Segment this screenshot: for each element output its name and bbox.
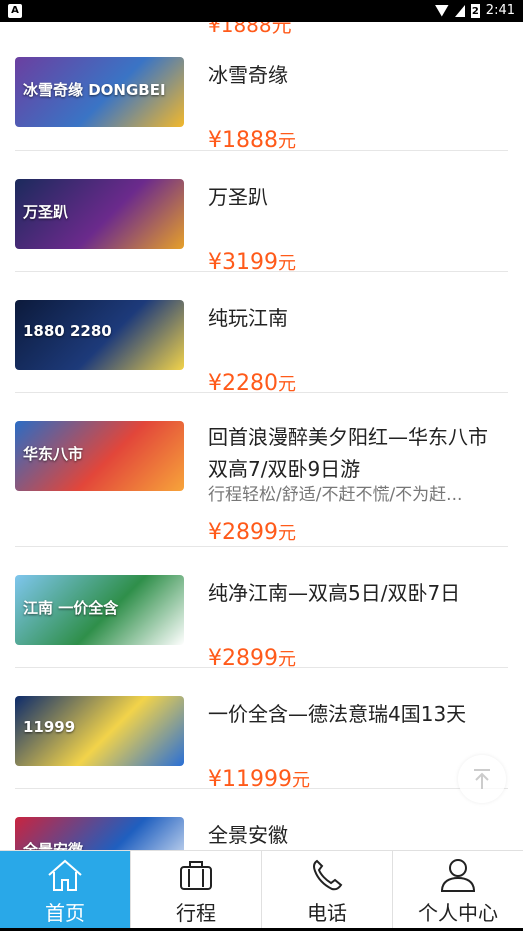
tour-price: ¥2899元 [208,519,296,545]
notification-icon: A [8,4,22,18]
bottom-tab-bar: 首页 行程 电话 个人中心 [0,850,523,931]
wifi-icon [434,4,449,17]
status-bar: A 2:41 [0,0,523,22]
tour-title[interactable]: 全景安徽 [208,819,503,850]
tour-title[interactable]: 冰雪奇缘 [208,59,503,91]
price-value: ¥2899 [208,520,278,545]
tour-subtitle: 行程轻松/舒适/不赶不慌/不为赶... [208,485,463,505]
price-unit: 元 [278,523,296,544]
tab-label: 首页 [45,901,85,925]
list-item[interactable]: 冰雪奇缘 DONGBEI 冰雪奇缘 ¥1888元 [15,29,508,153]
thumbnail-caption: 冰雪奇缘 DONGBEI [23,81,166,99]
tour-list[interactable]: ¥1888元 冰雪奇缘 DONGBEI 冰雪奇缘 ¥1888元 万圣趴 万圣趴 ¥3199… [0,22,523,850]
list-item[interactable]: 11999 一价全含—德法意瑞4国13天 ¥11999元 [15,668,508,792]
tab-itinerary[interactable]: 行程 [131,851,262,931]
tour-title[interactable]: 纯净江南—双高5日/双卧7日 [208,577,503,609]
thumbnail-caption: 1880 2280 [23,322,112,340]
tour-thumbnail[interactable]: 冰雪奇缘 DONGBEI [15,57,184,127]
tab-home[interactable]: 首页 [0,851,131,931]
status-icons: 2:41 [434,3,515,18]
status-time: 2:41 [485,3,515,18]
tour-thumbnail[interactable]: 11999 [15,696,184,766]
thumbnail-caption: 江南 一价全含 [23,599,119,617]
list-item[interactable]: 万圣趴 万圣趴 ¥3199元 [15,151,508,275]
battery-icon [470,3,480,18]
user-icon [440,859,476,892]
tour-thumbnail[interactable]: 1880 2280 [15,300,184,370]
tab-label: 行程 [176,901,216,925]
list-item[interactable]: 1880 2280 纯玩江南 ¥2280元 [15,272,508,396]
tour-thumbnail[interactable]: 全景安徽 [15,817,184,850]
price-unit: 元 [278,253,296,274]
price-unit: 元 [278,649,296,670]
price-value: ¥1888 [208,128,278,153]
home-icon [48,859,82,891]
tour-thumbnail[interactable]: 华东八市 [15,421,184,491]
tour-title[interactable]: 回首浪漫醉美夕阳红—华东八市双高7/双卧9日游 [208,421,503,485]
tab-profile[interactable]: 个人中心 [393,851,523,931]
tour-title[interactable]: 万圣趴 [208,181,503,213]
signal-icon [454,4,465,17]
tab-label: 个人中心 [418,901,498,925]
thumbnail-caption: 11999 [23,718,76,736]
tour-title[interactable]: 纯玩江南 [208,302,503,334]
list-item[interactable]: 江南 一价全含 纯净江南—双高5日/双卧7日 ¥2899元 [15,547,508,671]
tour-thumbnail[interactable]: 万圣趴 [15,179,184,249]
thumbnail-caption: 万圣趴 [23,203,69,221]
tab-label: 电话 [307,901,347,925]
thumbnail-caption: 华东八市 [23,445,84,463]
thumbnail-caption: 全景安徽 [23,841,84,850]
suitcase-icon [180,861,212,890]
price-unit: 元 [291,770,310,791]
phone-icon [312,859,343,891]
tour-thumbnail[interactable]: 江南 一价全含 [15,575,184,645]
tab-phone[interactable]: 电话 [262,851,393,931]
tour-price: ¥1888元 [208,127,296,153]
price-unit: 元 [278,374,296,395]
back-to-top-button[interactable] [458,755,506,803]
list-item[interactable]: 华东八市 回首浪漫醉美夕阳红—华东八市双高7/双卧9日游 行程轻松/舒适/不赶不慌/… [15,393,508,547]
arrow-up-icon [474,769,490,789]
price-unit: 元 [278,131,296,152]
tour-title[interactable]: 一价全含—德法意瑞4国13天 [208,698,503,730]
list-item[interactable]: 全景安徽 全景安徽 [15,789,508,850]
